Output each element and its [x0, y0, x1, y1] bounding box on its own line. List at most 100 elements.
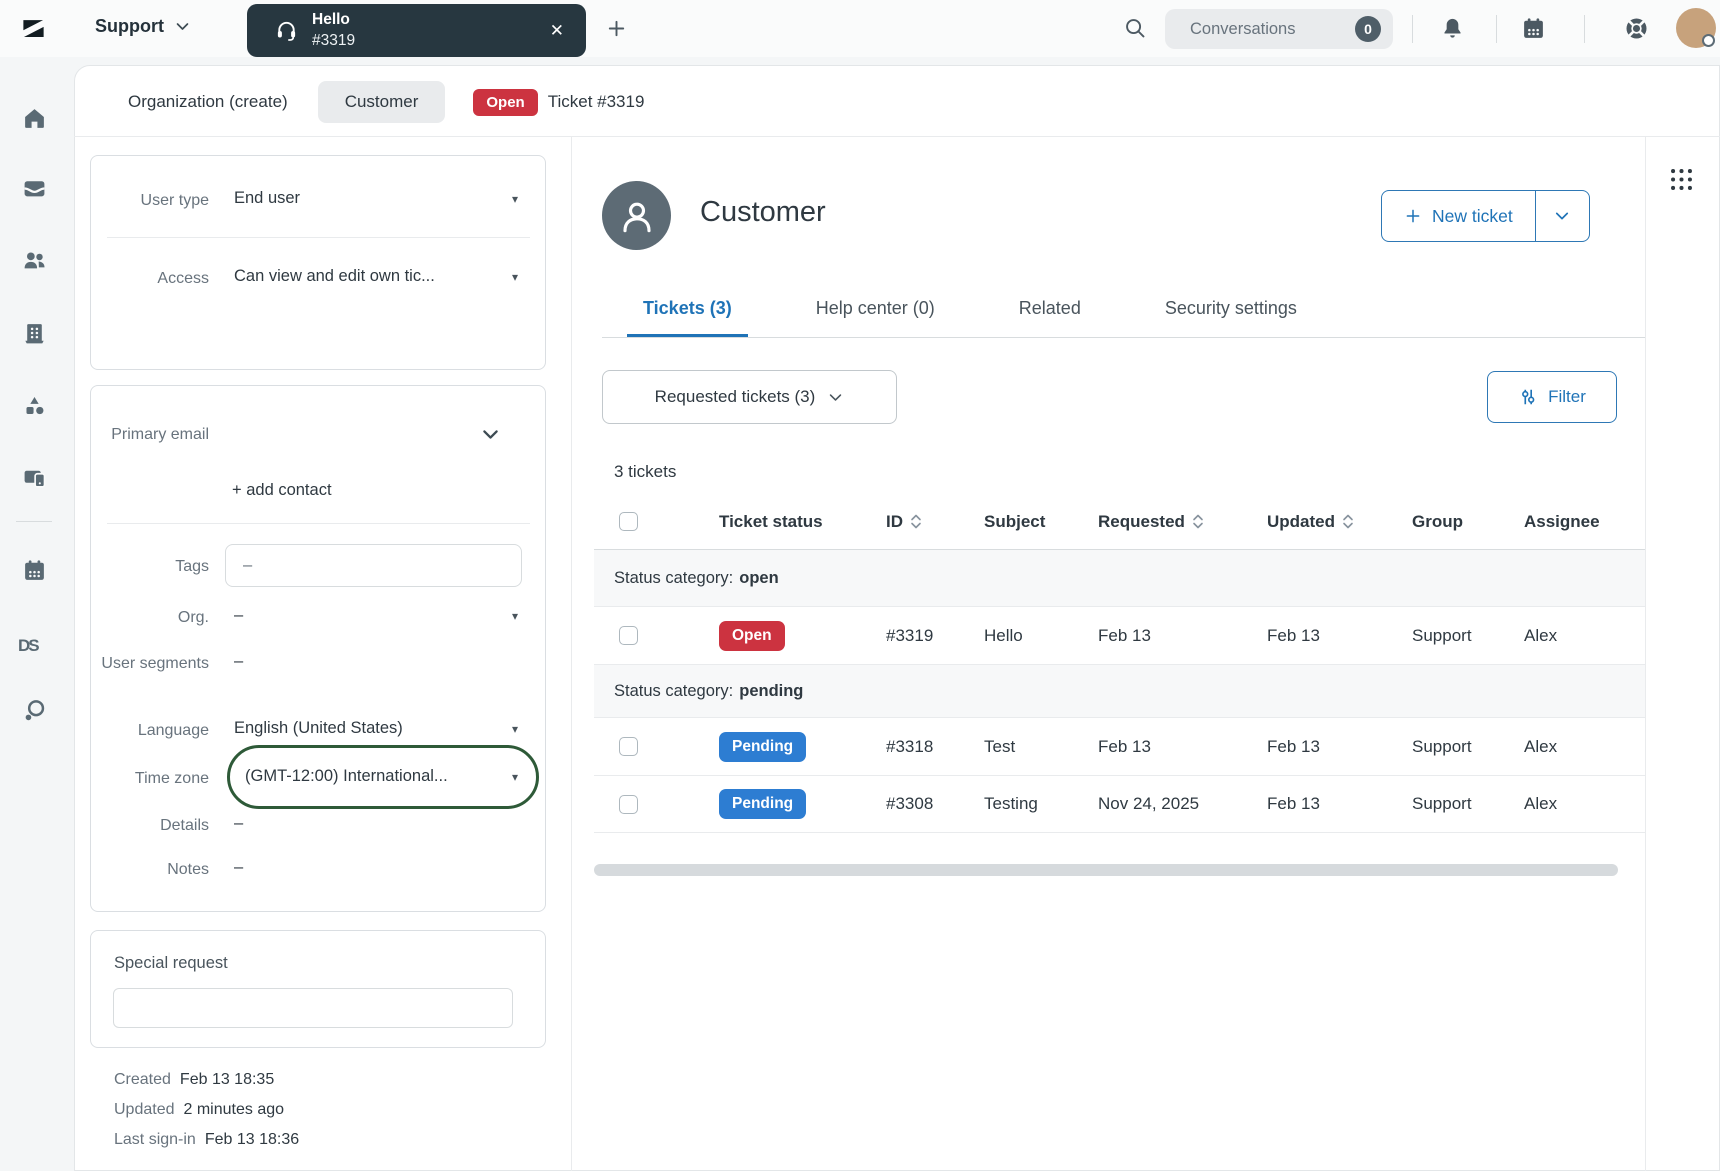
cell-subject[interactable]: Test [984, 737, 1098, 757]
calendar-icon[interactable] [1521, 16, 1546, 41]
caret-down-icon[interactable]: ▾ [512, 192, 518, 206]
page-title: Customer [700, 196, 826, 229]
caret-down-icon[interactable]: ▾ [512, 722, 518, 736]
profile-tabs: Tickets (3) Help center (0) Related Secu… [627, 278, 1313, 338]
nav-customers-icon[interactable] [22, 248, 47, 273]
access-value[interactable]: Can view and edit own tic... [234, 267, 435, 286]
help-ring-icon[interactable] [1624, 16, 1649, 41]
tab-ticket-id: #3319 [312, 31, 355, 51]
col-assignee[interactable]: Assignee [1524, 512, 1645, 532]
customer-avatar [602, 181, 671, 250]
nav-reporting-icon[interactable] [22, 393, 47, 418]
tags-input[interactable]: – [225, 544, 522, 587]
product-switcher[interactable]: Support [95, 16, 191, 37]
tab-security-settings[interactable]: Security settings [1149, 278, 1313, 338]
access-label: Access [100, 267, 209, 290]
user-segments-label: User segments [100, 652, 209, 675]
nav-calendar-app-icon[interactable] [22, 558, 47, 583]
nav-organizations-icon[interactable] [22, 321, 47, 346]
col-ticket-status[interactable]: Ticket status [719, 512, 886, 532]
nav-views-icon[interactable] [22, 176, 47, 201]
col-id[interactable]: ID [886, 512, 984, 532]
close-icon[interactable]: ✕ [550, 21, 564, 41]
group-open-value: open [739, 569, 778, 588]
notifications-bell-icon[interactable] [1440, 16, 1465, 41]
caret-down-icon[interactable]: ▾ [512, 609, 518, 623]
tab-related[interactable]: Related [1003, 278, 1097, 338]
table-row[interactable]: Pending #3318 Test Feb 13 Feb 13 Support… [594, 718, 1645, 776]
new-ticket-menu-button[interactable] [1536, 190, 1590, 242]
caret-down-icon[interactable]: ▾ [512, 270, 518, 284]
chevron-down-icon [174, 18, 191, 35]
org-value[interactable]: – [234, 606, 243, 625]
notes-value[interactable]: – [234, 858, 243, 877]
col-group[interactable]: Group [1412, 512, 1524, 532]
cell-assignee: Alex [1524, 626, 1645, 646]
sort-icon[interactable] [910, 513, 922, 530]
filter-button[interactable]: Filter [1487, 371, 1617, 423]
tabs-divider [602, 337, 1645, 338]
primary-email-label: Primary email [100, 423, 209, 446]
cell-id[interactable]: #3318 [886, 737, 984, 757]
rail-divider [16, 521, 52, 522]
language-value[interactable]: English (United States) [234, 719, 403, 738]
breadcrumb-customer[interactable]: Customer [318, 81, 446, 123]
group-row-open: Status category: open [594, 550, 1645, 607]
sort-icon[interactable] [1192, 513, 1204, 530]
zendesk-logo-icon[interactable] [20, 15, 47, 42]
nav-home-icon[interactable] [22, 106, 47, 131]
nav-ds-app-icon[interactable]: DS [18, 636, 38, 656]
cell-subject[interactable]: Testing [984, 794, 1098, 814]
breadcrumb-organization[interactable]: Organization (create) [128, 92, 288, 112]
add-tab-icon[interactable] [605, 17, 628, 40]
chevron-down-icon [1553, 207, 1571, 225]
row-checkbox[interactable] [619, 795, 638, 814]
nav-apps-icon[interactable] [22, 465, 47, 490]
col-subject[interactable]: Subject [984, 512, 1098, 532]
topbar-divider [1412, 15, 1413, 43]
cell-subject[interactable]: Hello [984, 626, 1098, 646]
presence-indicator [1702, 34, 1715, 47]
table-row[interactable]: Pending #3308 Testing Nov 24, 2025 Feb 1… [594, 776, 1645, 833]
horizontal-scrollbar[interactable] [594, 864, 1618, 876]
cell-id[interactable]: #3308 [886, 794, 984, 814]
collapse-chevron-icon[interactable] [480, 424, 501, 445]
tab-tickets[interactable]: Tickets (3) [627, 278, 748, 338]
updated-meta: Updated 2 minutes ago [114, 1101, 284, 1119]
add-contact-link[interactable]: + add contact [232, 481, 332, 500]
table-row[interactable]: Open #3319 Hello Feb 13 Feb 13 Support A… [594, 607, 1645, 665]
tags-label: Tags [100, 555, 209, 578]
cell-requested: Feb 13 [1098, 626, 1267, 646]
requested-tickets-dropdown[interactable]: Requested tickets (3) [602, 370, 897, 424]
conversations-button[interactable]: Conversations 0 [1165, 9, 1393, 49]
filter-sliders-icon [1518, 387, 1538, 407]
tab-ticket-title: Hello [312, 10, 355, 30]
select-all-checkbox[interactable] [619, 512, 638, 531]
plus-icon [1404, 207, 1422, 225]
col-requested[interactable]: Requested [1098, 512, 1267, 532]
created-label: Created [114, 1071, 171, 1089]
open-ticket-tab[interactable]: Hello #3319 ✕ [247, 4, 586, 57]
product-label: Support [95, 16, 164, 37]
special-request-input[interactable] [113, 988, 513, 1028]
tab-help-center[interactable]: Help center (0) [800, 278, 951, 338]
field-divider [107, 237, 530, 238]
row-checkbox[interactable] [619, 626, 638, 645]
user-type-label: User type [100, 189, 209, 212]
sort-icon[interactable] [1342, 513, 1354, 530]
new-ticket-split-button: New ticket [1381, 190, 1590, 242]
search-icon[interactable] [1124, 17, 1147, 40]
headset-icon [275, 19, 298, 42]
cell-id[interactable]: #3319 [886, 626, 984, 646]
nav-qa-icon[interactable] [22, 698, 47, 723]
user-type-value[interactable]: End user [234, 189, 300, 208]
cell-assignee: Alex [1524, 737, 1645, 757]
last-signin-meta: Last sign-in Feb 13 18:36 [114, 1131, 299, 1149]
apps-grid-icon[interactable] [1668, 166, 1695, 193]
breadcrumb-ticket[interactable]: Ticket #3319 [548, 92, 645, 112]
row-checkbox[interactable] [619, 737, 638, 756]
new-ticket-button[interactable]: New ticket [1381, 190, 1536, 242]
special-request-label: Special request [114, 954, 228, 973]
col-updated[interactable]: Updated [1267, 512, 1412, 532]
details-value[interactable]: – [234, 814, 243, 833]
